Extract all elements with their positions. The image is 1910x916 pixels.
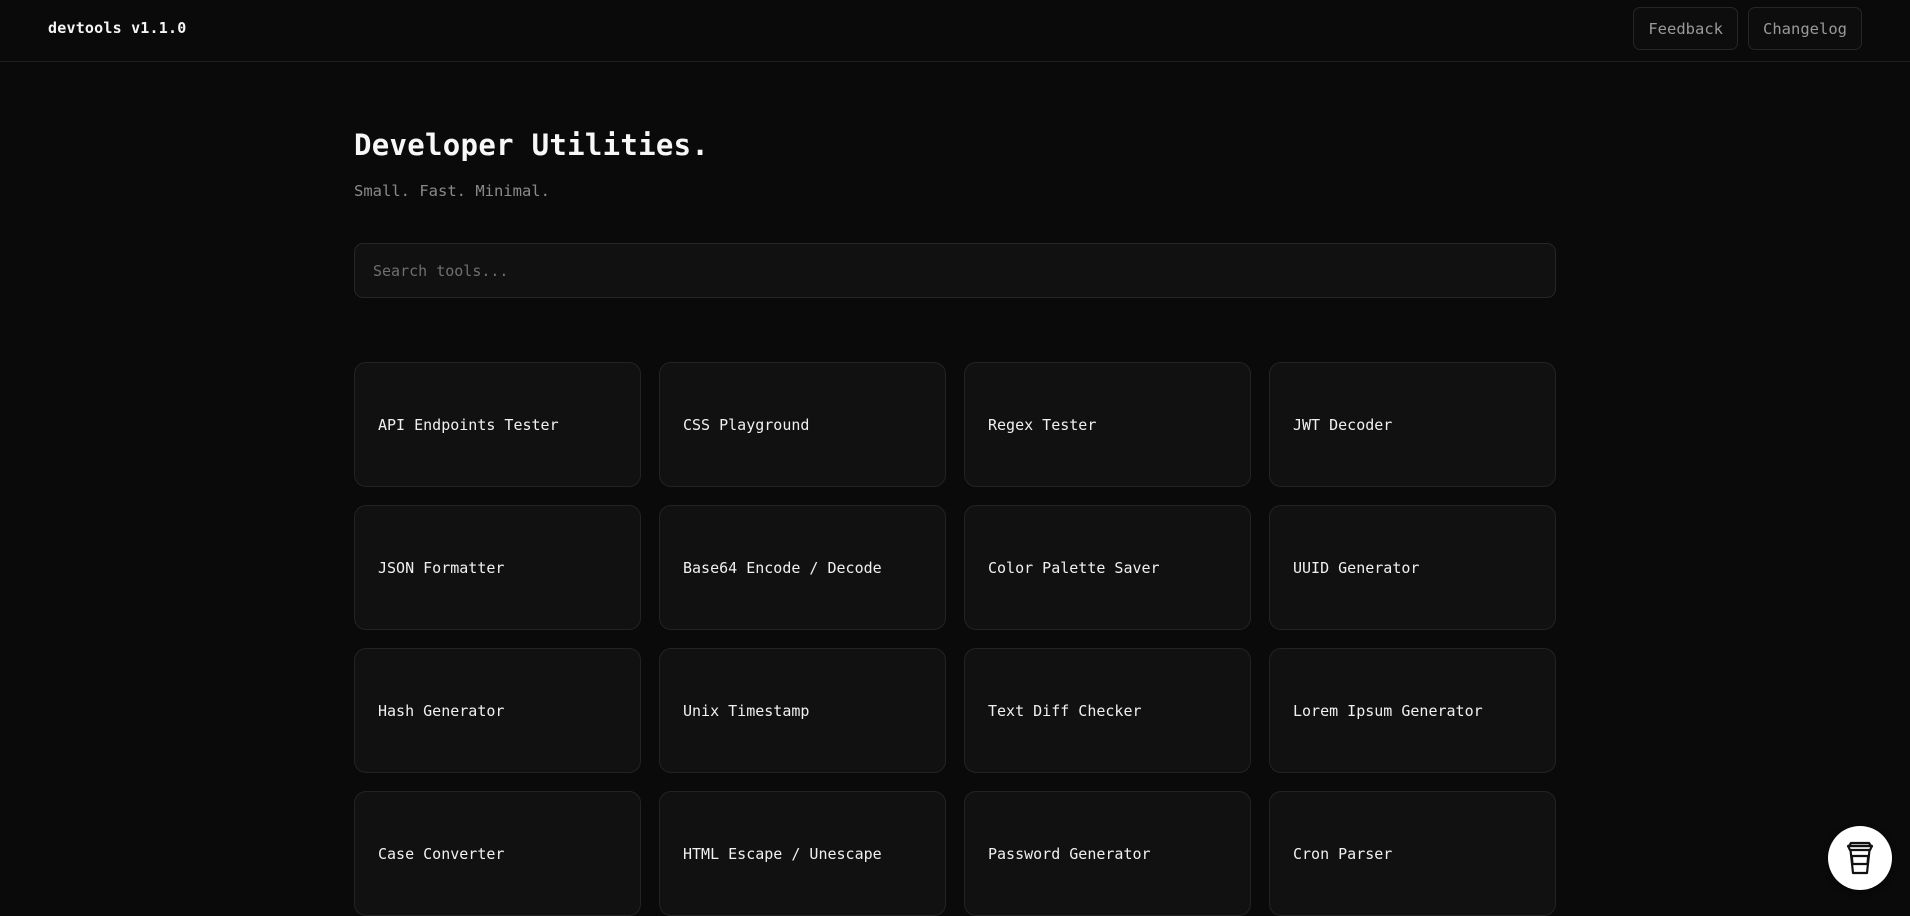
tool-card-base64[interactable]: Base64 Encode / Decode (659, 505, 946, 630)
tool-card-label: Cron Parser (1293, 844, 1393, 863)
header-nav: Feedback Changelog (1633, 7, 1862, 50)
tool-card-uuid-generator[interactable]: UUID Generator (1269, 505, 1556, 630)
tool-card-html-escape[interactable]: HTML Escape / Unescape (659, 791, 946, 916)
tool-card-api-endpoints-tester[interactable]: API Endpoints Tester (354, 362, 641, 487)
tool-card-text-diff-checker[interactable]: Text Diff Checker (964, 648, 1251, 773)
tool-card-label: Unix Timestamp (683, 701, 810, 720)
tool-card-label: CSS Playground (683, 415, 810, 434)
tool-card-label: Text Diff Checker (988, 701, 1142, 720)
tool-card-css-playground[interactable]: CSS Playground (659, 362, 946, 487)
tool-card-label: Case Converter (378, 844, 505, 863)
page-subtitle: Small. Fast. Minimal. (354, 182, 550, 200)
tool-card-case-converter[interactable]: Case Converter (354, 791, 641, 916)
tool-card-label: UUID Generator (1293, 558, 1420, 577)
tool-card-label: Regex Tester (988, 415, 1097, 434)
tool-card-label: Color Palette Saver (988, 558, 1160, 577)
coffee-cup-icon (1846, 841, 1874, 875)
tool-card-label: API Endpoints Tester (378, 415, 559, 434)
tool-card-unix-timestamp[interactable]: Unix Timestamp (659, 648, 946, 773)
brand-logo-text[interactable]: devtools v1.1.0 (48, 19, 186, 37)
tool-card-hash-generator[interactable]: Hash Generator (354, 648, 641, 773)
top-navigation-bar: devtools v1.1.0 Feedback Changelog (0, 0, 1910, 62)
tool-card-label: JWT Decoder (1293, 415, 1393, 434)
tool-card-label: Lorem Ipsum Generator (1293, 701, 1483, 720)
tools-grid: API Endpoints Tester CSS Playground Rege… (354, 362, 1556, 916)
tool-card-jwt-decoder[interactable]: JWT Decoder (1269, 362, 1556, 487)
tool-card-label: JSON Formatter (378, 558, 505, 577)
tool-card-label: Password Generator (988, 844, 1151, 863)
feedback-button[interactable]: Feedback (1633, 7, 1738, 50)
search-input[interactable] (354, 243, 1556, 298)
tool-card-json-formatter[interactable]: JSON Formatter (354, 505, 641, 630)
tool-card-lorem-ipsum-generator[interactable]: Lorem Ipsum Generator (1269, 648, 1556, 773)
tool-card-label: Base64 Encode / Decode (683, 558, 882, 577)
tool-card-regex-tester[interactable]: Regex Tester (964, 362, 1251, 487)
page-title: Developer Utilities. (354, 128, 710, 162)
tool-card-cron-parser[interactable]: Cron Parser (1269, 791, 1556, 916)
search-container (354, 243, 1556, 298)
changelog-button[interactable]: Changelog (1748, 7, 1862, 50)
tool-card-label: Hash Generator (378, 701, 505, 720)
tool-card-label: HTML Escape / Unescape (683, 844, 882, 863)
tool-card-password-generator[interactable]: Password Generator (964, 791, 1251, 916)
tool-card-color-palette-saver[interactable]: Color Palette Saver (964, 505, 1251, 630)
buy-me-a-coffee-button[interactable] (1828, 826, 1892, 890)
